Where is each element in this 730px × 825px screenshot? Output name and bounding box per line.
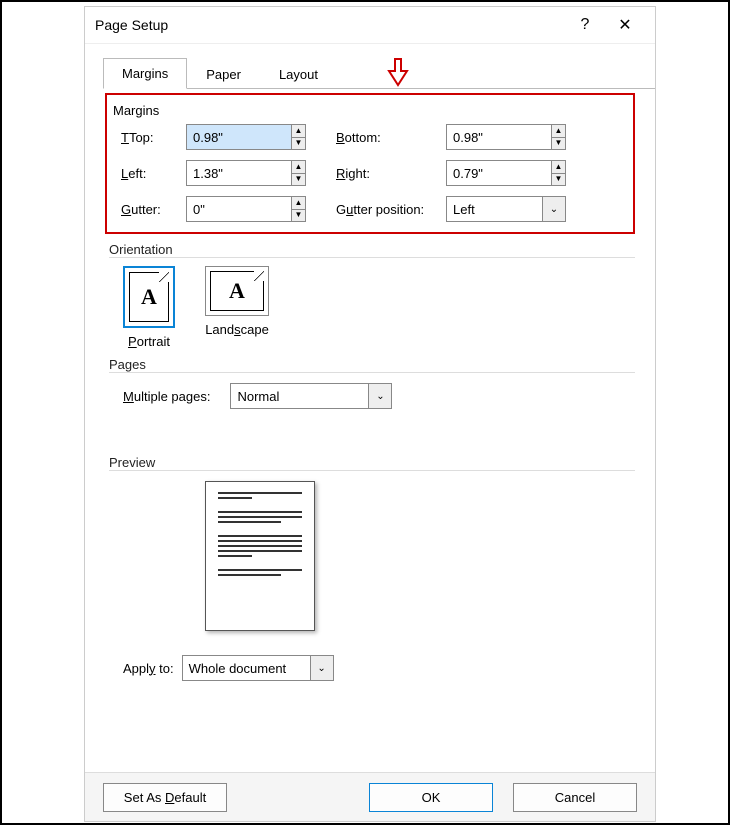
gutter-spinner[interactable]: ▲▼: [186, 196, 306, 222]
help-button[interactable]: ?: [565, 16, 605, 34]
multiple-pages-label: Multiple pages:: [123, 389, 210, 404]
right-input[interactable]: [447, 161, 551, 185]
dialog-title: Page Setup: [95, 17, 565, 33]
tab-layout[interactable]: Layout: [260, 59, 337, 89]
left-step-up[interactable]: ▲: [292, 161, 305, 174]
section-label-margins: Margins: [113, 103, 623, 118]
gutter-position-value: Left: [447, 197, 542, 221]
margins-highlight-box: Margins TTop: ▲▼ Bottom: ▲▼ Left: ▲▼: [105, 93, 635, 234]
top-input[interactable]: [187, 125, 291, 149]
multiple-pages-combo[interactable]: Normal ⌄: [230, 383, 392, 409]
multiple-pages-value: Normal: [231, 384, 368, 408]
gutter-position-label: Gutter position:: [336, 202, 446, 217]
title-bar: Page Setup ? ✕: [85, 7, 655, 44]
right-label: Right:: [336, 166, 446, 181]
bottom-spinner[interactable]: ▲▼: [446, 124, 566, 150]
set-as-default-button[interactable]: Set As Default: [103, 783, 227, 812]
tab-paper[interactable]: Paper: [187, 59, 260, 89]
right-step-down[interactable]: ▼: [552, 174, 565, 186]
gutter-step-down[interactable]: ▼: [292, 210, 305, 222]
right-spinner[interactable]: ▲▼: [446, 160, 566, 186]
close-button[interactable]: ✕: [605, 15, 645, 35]
gutter-input[interactable]: [187, 197, 291, 221]
orientation-landscape[interactable]: A Landscape: [205, 266, 269, 349]
tab-margins[interactable]: Margins: [103, 58, 187, 89]
left-label: Left:: [121, 166, 186, 181]
left-input[interactable]: [187, 161, 291, 185]
gutter-step-up[interactable]: ▲: [292, 197, 305, 210]
button-bar: Set As Default OK Cancel: [85, 772, 655, 821]
cancel-button[interactable]: Cancel: [513, 783, 637, 812]
annotation-arrow-icon: [387, 57, 409, 87]
chevron-down-icon[interactable]: ⌄: [542, 197, 565, 221]
portrait-label: Portrait: [128, 334, 170, 349]
landscape-label: Landscape: [205, 322, 269, 337]
gutter-position-combo[interactable]: Left ⌄: [446, 196, 566, 222]
bottom-input[interactable]: [447, 125, 551, 149]
top-spinner[interactable]: ▲▼: [186, 124, 306, 150]
section-label-orientation: Orientation: [109, 242, 635, 258]
top-step-up[interactable]: ▲: [292, 125, 305, 138]
chevron-down-icon[interactable]: ⌄: [368, 384, 391, 408]
top-step-down[interactable]: ▼: [292, 138, 305, 150]
apply-to-label: Apply to:: [123, 661, 174, 676]
left-spinner[interactable]: ▲▼: [186, 160, 306, 186]
apply-to-value: Whole document: [183, 656, 310, 680]
preview-thumbnail: [205, 481, 315, 631]
right-step-up[interactable]: ▲: [552, 161, 565, 174]
bottom-label: Bottom:: [336, 130, 446, 145]
left-step-down[interactable]: ▼: [292, 174, 305, 186]
bottom-step-down[interactable]: ▼: [552, 138, 565, 150]
chevron-down-icon[interactable]: ⌄: [310, 656, 333, 680]
top-label: TTop:: [121, 130, 186, 145]
section-label-preview: Preview: [109, 455, 635, 471]
page-setup-dialog: Page Setup ? ✕ Margins Paper Layout Marg…: [84, 6, 656, 822]
apply-to-combo[interactable]: Whole document ⌄: [182, 655, 334, 681]
ok-button[interactable]: OK: [369, 783, 493, 812]
tab-strip: Margins Paper Layout: [103, 54, 655, 89]
orientation-portrait[interactable]: A Portrait: [123, 266, 175, 349]
section-label-pages: Pages: [109, 357, 635, 373]
bottom-step-up[interactable]: ▲: [552, 125, 565, 138]
gutter-label: Gutter:: [121, 202, 186, 217]
